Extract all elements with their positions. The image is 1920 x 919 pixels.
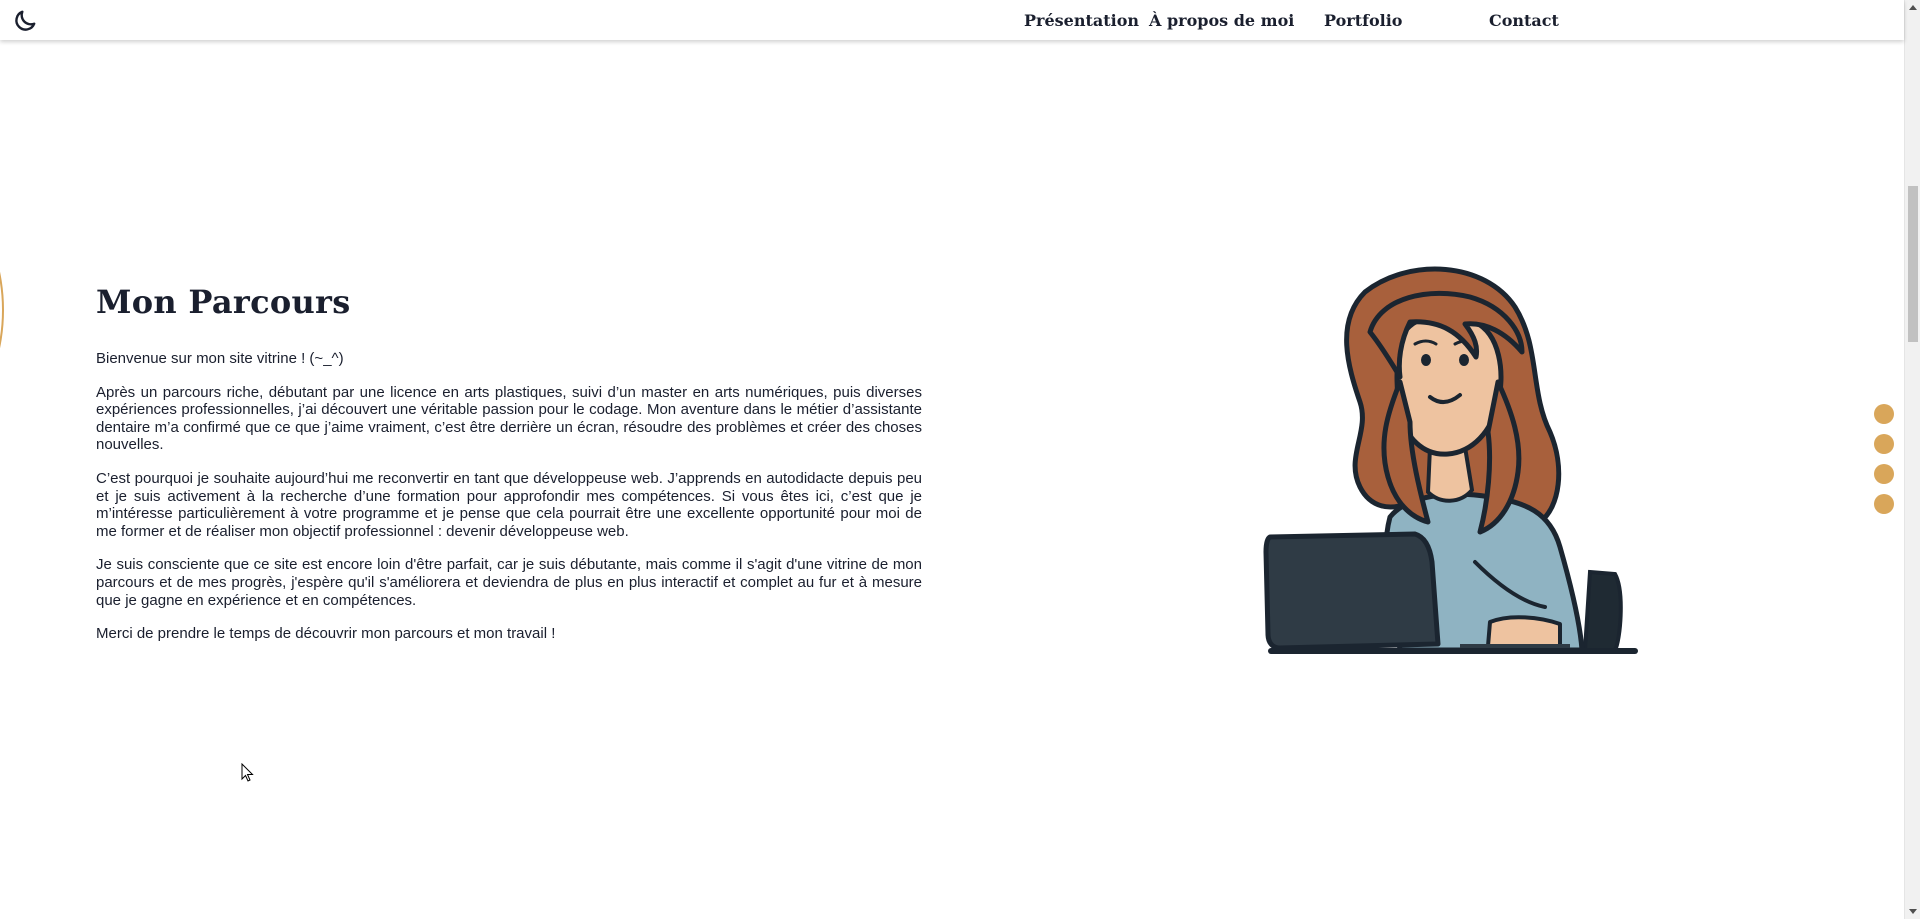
section-dot-portfolio[interactable]	[1874, 464, 1894, 484]
theme-toggle-button[interactable]	[10, 6, 40, 36]
mouse-cursor-icon	[241, 763, 254, 782]
about-text: Bienvenue sur mon site vitrine ! (~_^) A…	[96, 350, 922, 659]
side-section-dots	[1874, 404, 1896, 524]
intro-paragraph: Bienvenue sur mon site vitrine ! (~_^)	[96, 350, 344, 367]
decorative-arc	[0, 160, 4, 460]
section-dot-about[interactable]	[1874, 434, 1894, 454]
section-title: Mon Parcours	[96, 283, 351, 321]
scroll-down-arrow-icon[interactable]	[1909, 909, 1917, 914]
nav-link-contact[interactable]: Contact	[1489, 11, 1559, 30]
goal-paragraph: C’est pourquoi je souhaite aujourd’hui m…	[96, 469, 922, 540]
background-paragraph: Après un parcours riche, débutant par un…	[96, 383, 922, 454]
nav-link-portfolio[interactable]: Portfolio	[1324, 11, 1402, 30]
top-navbar: Présentation À propos de moi Portfolio C…	[0, 0, 1904, 40]
page: Présentation À propos de moi Portfolio C…	[0, 0, 1920, 919]
nav-link-presentation[interactable]: Présentation	[1024, 11, 1139, 30]
vertical-scrollbar[interactable]	[1904, 0, 1920, 919]
thanks-paragraph: Merci de prendre le temps de découvrir m…	[96, 625, 556, 643]
section-dot-contact[interactable]	[1874, 494, 1894, 514]
moon-icon	[15, 10, 36, 31]
scroll-up-arrow-icon[interactable]	[1909, 5, 1917, 10]
progress-paragraph: Je suis consciente que ce site est encor…	[96, 556, 922, 609]
nav-link-about[interactable]: À propos de moi	[1149, 11, 1294, 30]
scroll-thumb[interactable]	[1908, 186, 1918, 342]
section-dot-presentation[interactable]	[1874, 404, 1894, 424]
woman-at-laptop-illustration	[1263, 266, 1638, 654]
